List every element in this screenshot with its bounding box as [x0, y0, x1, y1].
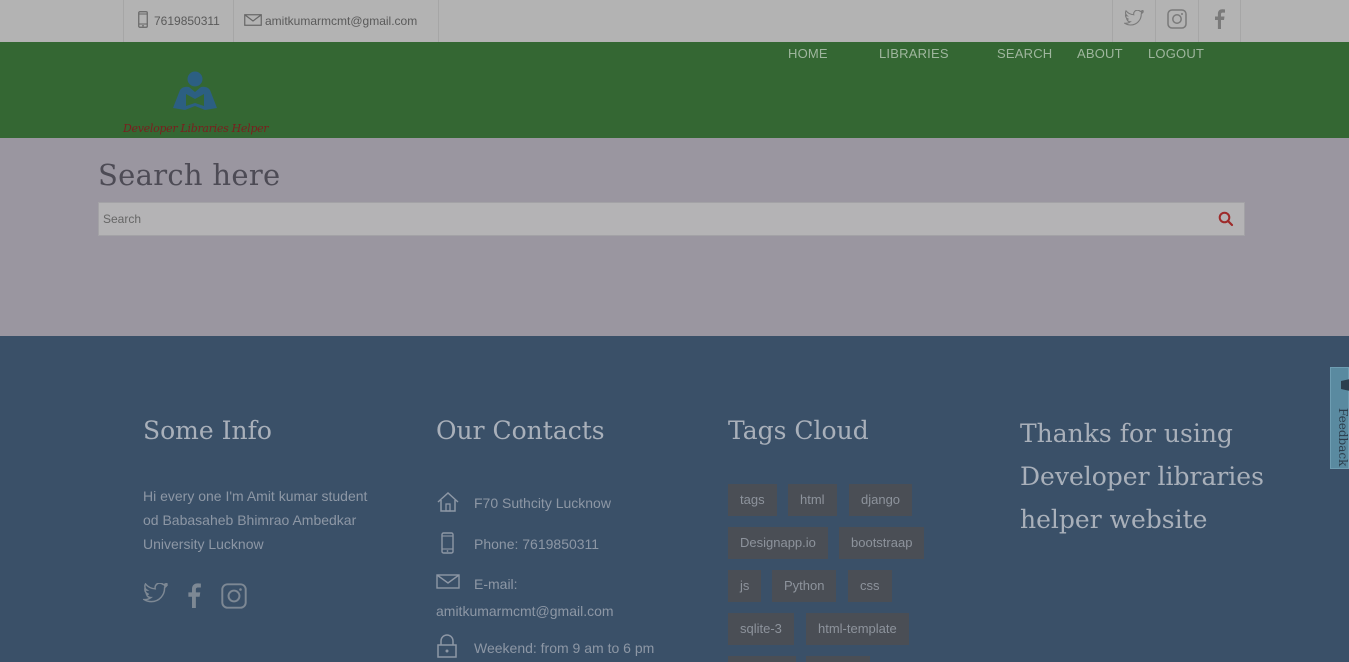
search-title: Search here	[98, 158, 281, 192]
footer-contacts-title: Our Contacts	[436, 416, 605, 445]
phone-icon	[138, 11, 148, 31]
twitter-icon	[141, 581, 168, 603]
tag-item[interactable]: Python	[772, 570, 837, 602]
lock-icon	[436, 634, 458, 661]
footer-info-title: Some Info	[143, 416, 272, 445]
topbar-email-text: amitkumarmcmt@gmail.com	[265, 14, 418, 28]
feedback-label: Feedback	[1336, 408, 1349, 467]
main-header: Developer Libraries Helper HOME LIBRARIE…	[0, 42, 1349, 138]
facebook-icon	[1214, 8, 1225, 34]
tag-item[interactable]: html	[788, 484, 837, 516]
search-section: Search here	[0, 138, 1349, 336]
nav-about[interactable]: ABOUT	[1077, 46, 1123, 61]
nav-libraries[interactable]: LIBRARIES	[879, 46, 949, 61]
topbar-instagram-link[interactable]	[1155, 0, 1198, 42]
instagram-icon	[1167, 8, 1187, 34]
nav-search[interactable]: SEARCH	[997, 46, 1052, 61]
footer-facebook-link[interactable]	[187, 583, 201, 613]
tag-item[interactable]: Designapp.io	[728, 527, 828, 559]
tag-item[interactable]: sqlite-3	[728, 613, 794, 645]
tag-item[interactable]: js	[728, 570, 762, 602]
home-icon	[436, 491, 460, 516]
tag-item[interactable]: html-template	[806, 613, 909, 645]
top-bar: 7619850311 amitkumarmcmt@gmail.com	[0, 0, 1349, 42]
tag-item-partial[interactable]	[728, 656, 796, 662]
topbar-email[interactable]: amitkumarmcmt@gmail.com	[234, 0, 439, 42]
footer-twitter-link[interactable]	[141, 581, 168, 609]
search-input[interactable]	[99, 203, 1209, 235]
tag-item-partial[interactable]	[806, 656, 870, 662]
footer-tags-title: Tags Cloud	[728, 416, 869, 445]
contact-email-link[interactable]: amitkumarmcmt@gmail.com	[436, 603, 614, 619]
mail-icon	[436, 574, 460, 592]
topbar-facebook-link[interactable]	[1198, 0, 1241, 42]
phone-icon	[441, 532, 454, 557]
tag-item[interactable]: django	[849, 484, 913, 516]
megaphone-icon	[1341, 378, 1349, 396]
instagram-icon	[221, 583, 247, 609]
mail-icon	[244, 13, 262, 29]
contact-hours-text: Weekend: from 9 am to 6 pm	[474, 640, 655, 656]
contact-email-label: E-mail:	[474, 576, 518, 592]
logo-text: Developer Libraries Helper	[123, 122, 269, 135]
nav-logout[interactable]: LOGOUT	[1148, 46, 1204, 61]
facebook-icon	[188, 583, 201, 608]
twitter-icon	[1123, 9, 1144, 32]
topbar-phone: 7619850311	[123, 0, 234, 42]
search-box	[98, 202, 1245, 236]
footer-instagram-link[interactable]	[221, 583, 247, 614]
footer-info-text: Hi every one I'm Amit kumar student od B…	[143, 488, 368, 552]
site-logo[interactable]: Developer Libraries Helper	[123, 70, 269, 138]
nav-home[interactable]: HOME	[788, 46, 828, 61]
tag-item[interactable]: tags	[728, 484, 777, 516]
footer-thanks-text: Thanks for using Developer libraries hel…	[1020, 419, 1264, 534]
topbar-twitter-link[interactable]	[1112, 0, 1155, 42]
contact-phone-text: Phone: 7619850311	[474, 536, 600, 552]
tag-item[interactable]: css	[848, 570, 892, 602]
reader-logo-icon	[173, 71, 217, 110]
footer: Some Info Hi every one I'm Amit kumar st…	[0, 336, 1349, 662]
topbar-phone-text: 7619850311	[154, 14, 220, 28]
feedback-tab[interactable]: Feedback	[1330, 367, 1349, 469]
tag-item[interactable]: bootstraap	[839, 527, 925, 559]
search-icon	[1218, 211, 1234, 227]
search-button[interactable]	[1218, 211, 1236, 229]
contact-address-text: F70 Suthcity Lucknow	[474, 495, 611, 511]
